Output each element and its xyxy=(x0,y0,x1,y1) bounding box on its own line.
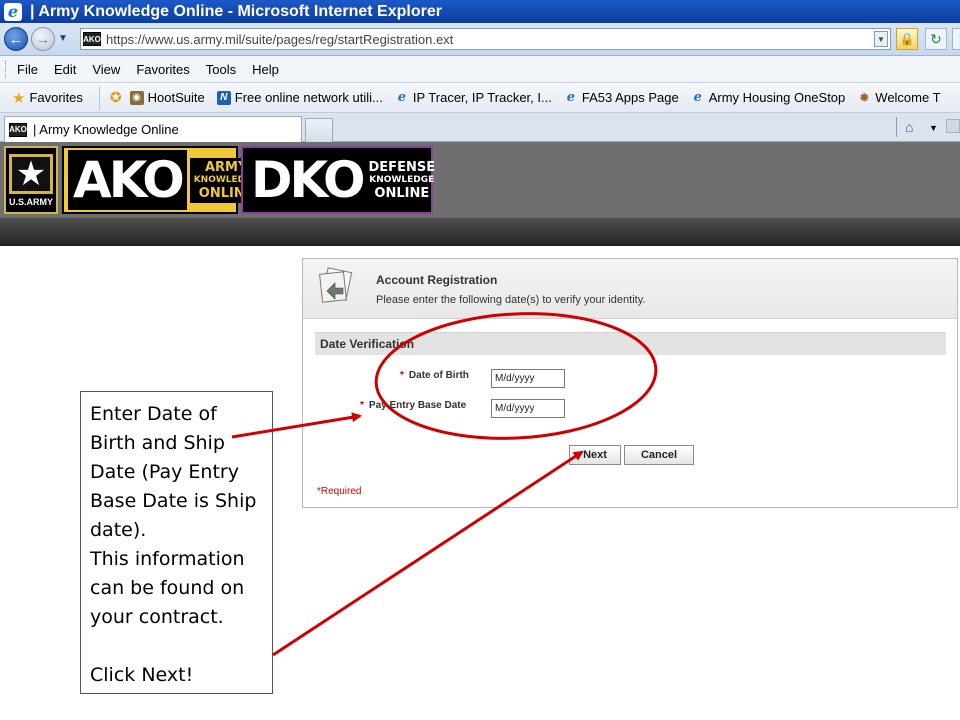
pay-entry-base-date-label-text: Pay Entry Base Date xyxy=(368,400,467,411)
favorite-link-label: Army Housing OneStop xyxy=(708,90,846,105)
date-verification-section: Date Verification xyxy=(315,332,946,355)
favorites-button[interactable]: ★ Favorites xyxy=(12,85,100,110)
tab-label: | Army Knowledge Online xyxy=(33,122,179,137)
window-title: | Army Knowledge Online - Microsoft Inte… xyxy=(30,2,442,20)
window-titlebar: e | Army Knowledge Online - Microsoft In… xyxy=(0,0,960,23)
menu-view[interactable]: View xyxy=(92,62,120,77)
favorite-link-hootsuite[interactable]: ◉ HootSuite xyxy=(129,90,205,105)
ako-logo[interactable]: AKO ARMY KNOWLEDGE ONLINE xyxy=(62,146,263,214)
instruction-text: This information can be found on your co… xyxy=(90,548,245,628)
gear-icon: ✹ xyxy=(858,89,870,105)
refresh-icon[interactable]: ↻ xyxy=(925,28,947,50)
address-url[interactable]: https://www.us.army.mil/suite/pages/reg/… xyxy=(106,32,453,47)
owl-icon: ◉ xyxy=(129,90,144,105)
registration-subtitle: Please enter the following date(s) to ve… xyxy=(376,294,646,306)
favorite-link-army-housing[interactable]: e Army Housing OneStop xyxy=(691,90,846,105)
us-army-logo[interactable]: ★ U.S.ARMY xyxy=(4,146,58,214)
favorite-link-label: Welcome T xyxy=(875,90,941,105)
favorite-link-label: IP Tracer, IP Tracker, I... xyxy=(412,90,552,105)
ako-site-icon: AKO xyxy=(9,122,27,137)
toolbar-grip xyxy=(5,61,8,78)
address-toolbar: ← → ▼ AKO https://www.us.army.mil/suite/… xyxy=(0,23,960,56)
ako-site-icon: AKO xyxy=(83,32,101,46)
dko-logo-text: DKO xyxy=(251,151,366,209)
next-button[interactable]: Next xyxy=(569,445,621,465)
home-icon[interactable]: ⌂ xyxy=(905,119,913,135)
ie-icon: e xyxy=(397,90,407,105)
dko-subtext-line: KNOWLEDGE xyxy=(369,174,435,185)
date-of-birth-label: * Date of Birth xyxy=(400,370,469,381)
instruction-callout: Enter Date of Birth and Ship Date (Pay E… xyxy=(80,391,273,694)
site-header: ★ U.S.ARMY AKO ARMY KNOWLEDGE ONLINE DKO… xyxy=(0,142,960,218)
documents-icon xyxy=(319,267,353,303)
new-tab-button[interactable] xyxy=(305,118,333,142)
date-of-birth-label-text: Date of Birth xyxy=(408,370,469,381)
favorite-link-ip-tracer[interactable]: e IP Tracer, IP Tracker, I... xyxy=(395,90,552,105)
instruction-cta: Click Next! xyxy=(90,664,194,686)
favorite-link-label: Free online network utili... xyxy=(234,90,383,105)
ie-icon: e xyxy=(693,90,702,105)
favorite-link-label: HootSuite xyxy=(147,90,205,105)
favorite-link-label: FA53 Apps Page xyxy=(581,90,679,105)
forward-button[interactable]: → xyxy=(31,27,55,51)
internet-explorer-icon: e xyxy=(4,2,22,21)
dko-logo[interactable]: DKO DEFENSE KNOWLEDGE ONLINE xyxy=(241,146,436,214)
ako-logo-text: AKO xyxy=(68,150,187,210)
date-of-birth-input[interactable] xyxy=(491,369,565,388)
dko-logo-subtext: DEFENSE KNOWLEDGE ONLINE xyxy=(369,161,436,200)
lock-icon[interactable]: 🔒 xyxy=(896,28,918,50)
us-army-logo-text: U.S.ARMY xyxy=(8,196,53,207)
instruction-gap xyxy=(90,632,263,661)
army-star-icon: ★ xyxy=(9,153,53,194)
pay-entry-base-date-input[interactable] xyxy=(491,399,565,418)
required-note: *Required xyxy=(317,486,362,497)
dko-subtext-line: DEFENSE xyxy=(368,159,436,175)
add-favorite-icon[interactable]: ✪ xyxy=(110,89,122,106)
menu-file[interactable]: File xyxy=(17,62,38,77)
menu-help[interactable]: Help xyxy=(252,62,279,77)
registration-panel: Account Registration Please enter the fo… xyxy=(302,258,958,508)
required-marker: * xyxy=(360,400,364,411)
tab-army-knowledge-online[interactable]: AKO | Army Knowledge Online xyxy=(4,116,302,142)
home-dropdown-icon[interactable]: ▼ xyxy=(929,123,938,133)
instruction-text: Enter Date of Birth and Ship Date (Pay E… xyxy=(90,403,257,541)
menu-bar: File Edit View Favorites Tools Help xyxy=(0,56,960,83)
address-dropdown-icon[interactable]: ▼ xyxy=(874,31,888,47)
favorite-link-network-utilities[interactable]: N Free online network utili... xyxy=(216,90,383,105)
address-input[interactable]: AKO https://www.us.army.mil/suite/pages/… xyxy=(80,28,891,50)
registration-title: Account Registration xyxy=(376,273,498,287)
pay-entry-base-date-label: * Pay Entry Base Date xyxy=(360,400,466,411)
cancel-button[interactable]: Cancel xyxy=(624,445,694,465)
toolbar-separator xyxy=(896,117,897,137)
site-nav-bar xyxy=(0,218,960,246)
history-dropdown-icon[interactable]: ▼ xyxy=(58,33,68,44)
favorite-link-fa53[interactable]: e FA53 Apps Page xyxy=(564,90,679,105)
ie-icon: e xyxy=(566,90,575,105)
required-marker: * xyxy=(400,370,404,381)
dko-subtext-line: ONLINE xyxy=(374,185,430,201)
menu-tools[interactable]: Tools xyxy=(206,62,236,77)
registration-header: Account Registration Please enter the fo… xyxy=(303,259,957,319)
feeds-icon[interactable] xyxy=(946,119,960,133)
favorites-label: Favorites xyxy=(29,90,83,105)
back-button[interactable]: ← xyxy=(4,27,28,51)
favorites-star-icon: ★ xyxy=(12,89,26,107)
network-icon: N xyxy=(216,90,231,105)
favorite-link-welcome[interactable]: ✹ Welcome T xyxy=(857,89,941,106)
menu-favorites[interactable]: Favorites xyxy=(136,62,189,77)
tab-bar: AKO | Army Knowledge Online ⌂ ▼ xyxy=(0,113,960,142)
menu-edit[interactable]: Edit xyxy=(54,62,76,77)
stop-icon[interactable]: ✕ xyxy=(952,28,960,50)
favorites-bar: ★ Favorites ✪ ◉ HootSuite N Free online … xyxy=(0,83,960,113)
